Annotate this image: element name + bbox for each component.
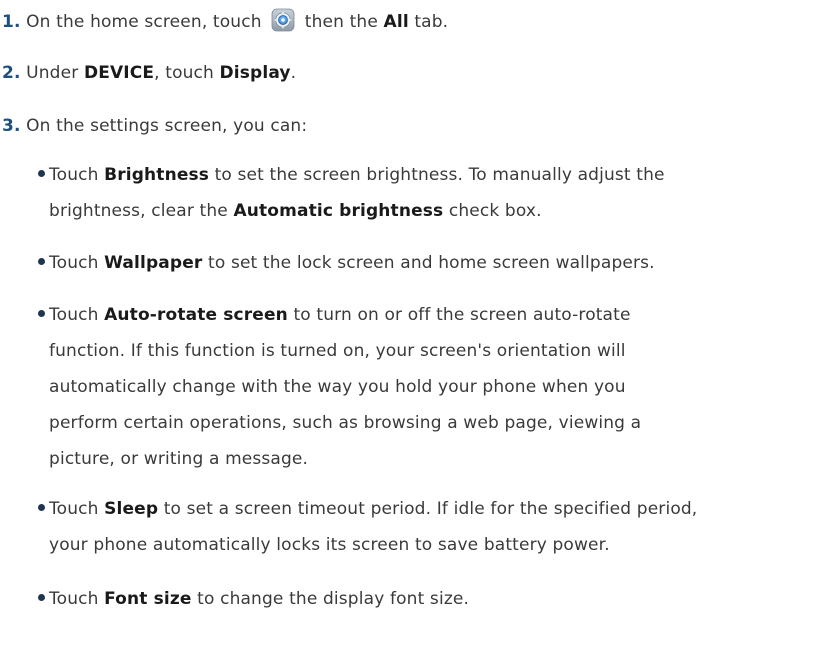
instruction-document: 1. On the home screen, touch then the Al… xyxy=(0,0,818,645)
bullet-sleep: Touch Sleep to set a screen timeout peri… xyxy=(38,491,812,563)
automatic-brightness-label: Automatic brightness xyxy=(233,201,444,221)
step-2: 2. Under DEVICE, touch Display. xyxy=(2,61,296,85)
step-1: 1. On the home screen, touch then the Al… xyxy=(2,8,448,34)
settings-gear-icon xyxy=(271,8,295,32)
step-text: tab. xyxy=(414,12,449,32)
font-size-label: Font size xyxy=(104,589,192,609)
auto-rotate-label: Auto-rotate screen xyxy=(104,305,288,325)
bullet-dot xyxy=(38,170,45,177)
device-section-label: DEVICE xyxy=(83,63,155,83)
step-text: On the home screen, touch xyxy=(26,12,262,32)
bullet-auto-rotate: Touch Auto-rotate screen to turn on or o… xyxy=(38,297,812,477)
bullet-wallpaper: Touch Wallpaper to set the lock screen a… xyxy=(38,245,812,281)
display-option-label: Display xyxy=(219,63,291,83)
all-tab-label: All xyxy=(383,12,409,32)
bullet-dot xyxy=(38,258,45,265)
step-number: 3. xyxy=(2,116,21,136)
step-number: 2. xyxy=(2,63,21,83)
bullet-dot xyxy=(38,594,45,601)
bullet-dot xyxy=(38,504,45,511)
step-text: On the settings screen, you can: xyxy=(26,116,308,136)
bullet-font-size: Touch Font size to change the display fo… xyxy=(38,581,812,617)
step-3: 3. On the settings screen, you can: xyxy=(2,114,307,138)
sleep-label: Sleep xyxy=(104,499,159,519)
wallpaper-label: Wallpaper xyxy=(104,253,203,273)
step-text: . xyxy=(290,63,297,83)
step-text: then the xyxy=(304,12,378,32)
bullet-brightness: Touch Brightness to set the screen brigh… xyxy=(38,157,812,229)
bullet-dot xyxy=(38,310,45,317)
brightness-label: Brightness xyxy=(104,165,210,185)
step-number: 1. xyxy=(2,12,21,32)
step-text: Under xyxy=(26,63,79,83)
step-text: , touch xyxy=(154,63,214,83)
